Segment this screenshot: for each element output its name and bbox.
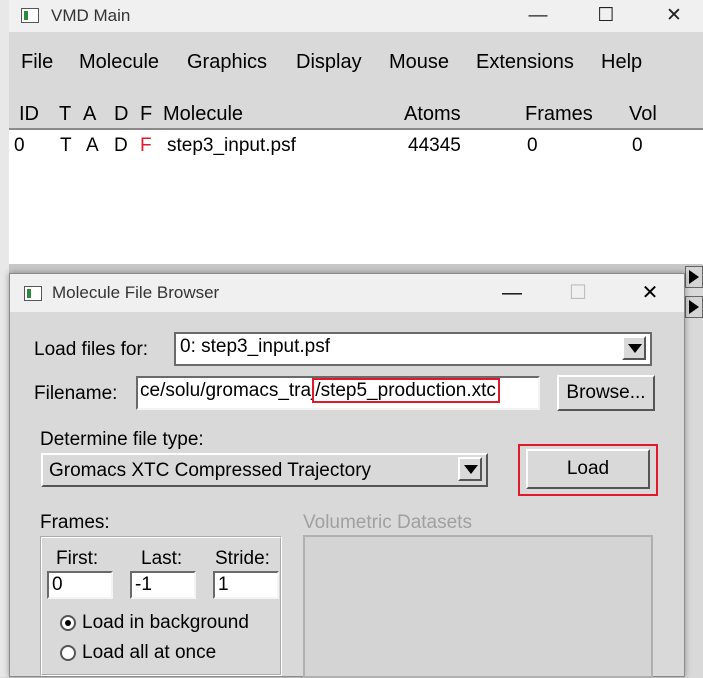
chevron-down-icon[interactable] bbox=[458, 457, 482, 481]
menu-file[interactable]: File bbox=[21, 51, 53, 74]
file-browser-titlebar: Molecule File Browser — ☐ ✕ bbox=[10, 274, 684, 312]
row-atoms: 44345 bbox=[408, 135, 461, 156]
load-files-for-label: Load files for: bbox=[34, 339, 149, 360]
first-label: First: bbox=[56, 548, 99, 569]
last-label: Last: bbox=[141, 548, 183, 569]
filename-prefix-text: ce/solu/gromacs_traj bbox=[140, 380, 316, 401]
volumetric-datasets-list bbox=[303, 535, 653, 678]
play-arrow-icon[interactable] bbox=[685, 296, 703, 318]
load-all-at-once-radio[interactable] bbox=[60, 645, 76, 661]
stride-input[interactable]: 1 bbox=[213, 571, 279, 599]
load-files-for-select[interactable]: 0: step3_input.psf bbox=[174, 332, 652, 366]
col-f[interactable]: F bbox=[140, 103, 152, 126]
menu-mouse[interactable]: Mouse bbox=[389, 51, 449, 74]
menubar: File Molecule Graphics Display Mouse Ext… bbox=[9, 44, 703, 80]
close-button[interactable]: ✕ bbox=[630, 276, 670, 310]
maximize-button: ☐ bbox=[569, 282, 587, 304]
row-frames: 0 bbox=[527, 135, 538, 156]
maximize-button[interactable]: ☐ bbox=[583, 0, 629, 32]
vmd-main-titlebar: VMD Main — ☐ ✕ bbox=[9, 0, 703, 32]
molecule-list[interactable]: 0 T A D F step3_input.psf 44345 0 0 bbox=[9, 128, 703, 264]
col-atoms[interactable]: Atoms bbox=[404, 103, 461, 126]
row-top-flag[interactable]: T bbox=[60, 135, 72, 157]
molecule-list-header: ID T A D F Molecule Atoms Frames Vol bbox=[9, 100, 703, 128]
col-id[interactable]: ID bbox=[19, 103, 39, 126]
first-frame-input[interactable]: 0 bbox=[47, 571, 113, 599]
col-t[interactable]: T bbox=[59, 103, 71, 126]
last-frame-input[interactable]: -1 bbox=[130, 571, 196, 599]
filename-label: Filename: bbox=[34, 383, 118, 404]
frames-label: Frames: bbox=[40, 512, 110, 533]
minimize-button[interactable]: — bbox=[492, 276, 532, 310]
load-files-for-value: 0: step3_input.psf bbox=[180, 336, 330, 357]
volumetric-datasets-label: Volumetric Datasets bbox=[303, 512, 472, 533]
row-drawn-flag[interactable]: D bbox=[114, 135, 128, 157]
background-window-edge bbox=[0, 0, 9, 677]
col-vol[interactable]: Vol bbox=[629, 103, 657, 126]
row-vol: 0 bbox=[632, 135, 643, 156]
minimize-button[interactable]: — bbox=[515, 0, 561, 32]
row-molecule-name[interactable]: step3_input.psf bbox=[167, 135, 296, 157]
col-a[interactable]: A bbox=[83, 103, 96, 126]
menu-help[interactable]: Help bbox=[601, 51, 642, 74]
menu-extensions[interactable]: Extensions bbox=[476, 51, 574, 74]
row-active-flag[interactable]: A bbox=[86, 135, 99, 157]
file-type-value: Gromacs XTC Compressed Trajectory bbox=[49, 460, 372, 481]
dialog-title: Molecule File Browser bbox=[52, 283, 220, 302]
file-type-select[interactable]: Gromacs XTC Compressed Trajectory bbox=[41, 453, 488, 487]
load-all-at-once-label[interactable]: Load all at once bbox=[82, 642, 216, 664]
vmd-app-icon bbox=[21, 8, 39, 23]
col-frames[interactable]: Frames bbox=[525, 103, 593, 126]
scroll-right-arrow-icon[interactable] bbox=[685, 266, 703, 288]
filename-highlighted-text: /step5_production.xtc bbox=[312, 378, 500, 403]
vmd-app-icon bbox=[24, 286, 42, 301]
close-button[interactable]: ✕ bbox=[651, 0, 697, 32]
load-in-background-label[interactable]: Load in background bbox=[82, 612, 249, 634]
chevron-down-icon[interactable] bbox=[622, 336, 646, 360]
load-in-background-radio[interactable] bbox=[60, 615, 76, 631]
molecule-file-browser-dialog: Molecule File Browser — ☐ ✕ Load files f… bbox=[9, 273, 685, 678]
menu-molecule[interactable]: Molecule bbox=[79, 51, 159, 74]
row-id: 0 bbox=[14, 135, 25, 156]
col-molecule[interactable]: Molecule bbox=[163, 103, 243, 126]
load-button[interactable]: Load bbox=[526, 449, 650, 489]
browse-button[interactable]: Browse... bbox=[557, 375, 655, 411]
row-fixed-flag[interactable]: F bbox=[140, 135, 152, 157]
filename-input[interactable]: ce/solu/gromacs_traj/step5_production.xt… bbox=[136, 376, 540, 410]
menu-graphics[interactable]: Graphics bbox=[187, 51, 267, 74]
window-title: VMD Main bbox=[51, 6, 131, 25]
col-d[interactable]: D bbox=[114, 103, 128, 126]
stride-label: Stride: bbox=[215, 548, 270, 569]
menu-display[interactable]: Display bbox=[296, 51, 362, 74]
determine-file-type-label: Determine file type: bbox=[40, 429, 204, 450]
